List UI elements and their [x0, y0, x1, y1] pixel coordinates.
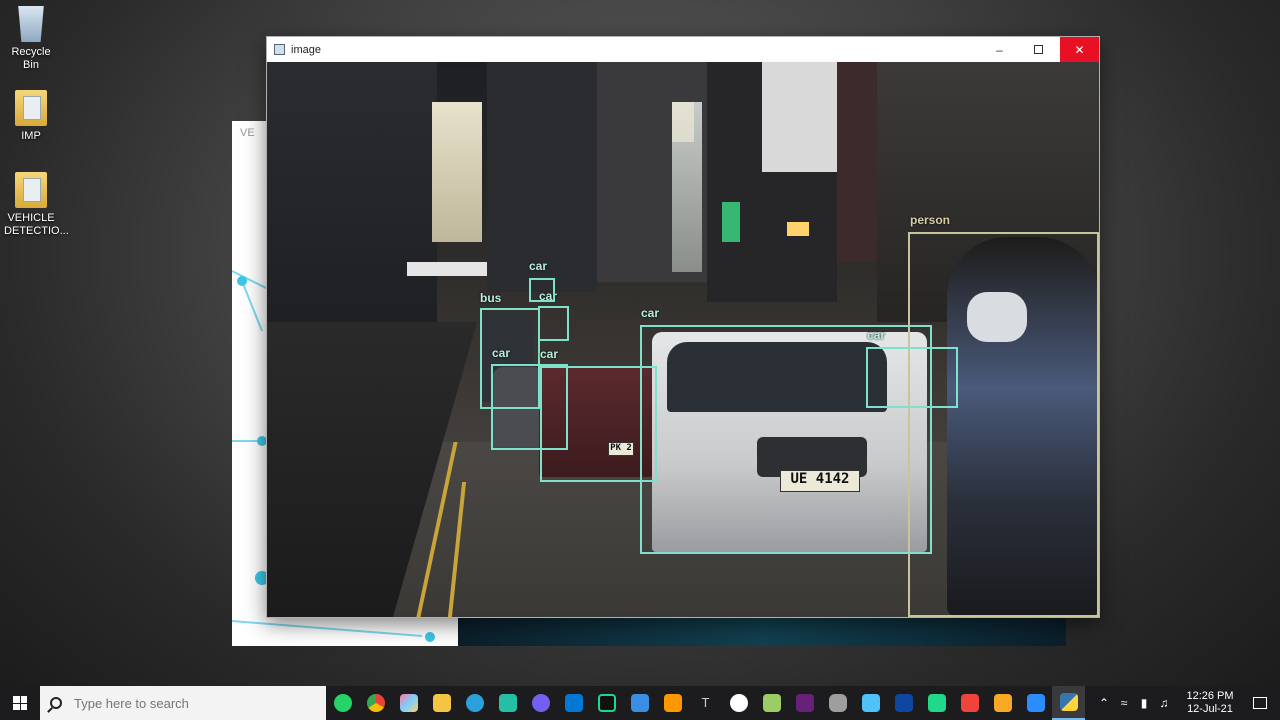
- zoom-icon[interactable]: [1019, 686, 1052, 720]
- window-titlebar[interactable]: image – ✕: [267, 37, 1099, 62]
- volume-icon[interactable]: ♫: [1154, 696, 1174, 710]
- desktop-icon-label: Recycle Bin: [11, 46, 51, 71]
- sublime-icon[interactable]: [656, 686, 689, 720]
- bbox-label: bus: [480, 291, 502, 305]
- bbox-label: person: [910, 213, 951, 227]
- file-explorer-icon[interactable]: [425, 686, 458, 720]
- pycharm-ce-icon[interactable]: [920, 686, 953, 720]
- wifi-icon[interactable]: ≈: [1114, 696, 1134, 710]
- folder-icon: [15, 172, 47, 208]
- github-icon[interactable]: [722, 686, 755, 720]
- bbox-car: [491, 364, 568, 450]
- battery-icon[interactable]: ▮: [1134, 696, 1154, 710]
- notepad-plus-icon[interactable]: [755, 686, 788, 720]
- detection-image: UE 4142 PK 2 person car car bus car car …: [267, 62, 1099, 617]
- vscode-insiders-icon[interactable]: [491, 686, 524, 720]
- minimize-icon: –: [996, 42, 1003, 57]
- clock-date: 12-Jul-21: [1187, 703, 1233, 715]
- notification-icon: [1253, 697, 1267, 709]
- python-icon[interactable]: [1052, 686, 1085, 720]
- folder-icon: [15, 90, 47, 126]
- typora-icon[interactable]: T: [689, 686, 722, 720]
- bbox-label: car: [641, 306, 660, 320]
- bbox-person: [908, 232, 1099, 617]
- chrome-icon[interactable]: [359, 686, 392, 720]
- screen-icon[interactable]: [854, 686, 887, 720]
- visual-studio-icon[interactable]: [788, 686, 821, 720]
- taskbar-search[interactable]: [40, 686, 326, 720]
- desktop-icon-label: IMP: [21, 130, 41, 142]
- window-app-icon[interactable]: [623, 686, 656, 720]
- vscode-icon[interactable]: [557, 686, 590, 720]
- taskbar: T ⌃ ≈ ▮ ♫ 12:26 PM 12-Jul-21: [0, 686, 1280, 720]
- search-input[interactable]: [74, 695, 304, 711]
- recycle-bin-icon: [18, 6, 44, 42]
- whatsapp-icon[interactable]: [326, 686, 359, 720]
- window-app-icon: [274, 44, 285, 55]
- search-icon: [50, 697, 62, 709]
- desktop-icon-label: VEHICLE DETECTIO...: [4, 212, 69, 237]
- image-window[interactable]: image – ✕ UE 4142 PK 2 person car car bu…: [266, 36, 1100, 618]
- bbox-label: car: [867, 328, 886, 342]
- clock-time: 12:26 PM: [1186, 690, 1234, 702]
- windows-icon: [13, 696, 27, 710]
- clock[interactable]: 12:26 PM 12-Jul-21: [1180, 690, 1240, 716]
- maximize-icon: [1034, 45, 1043, 54]
- start-button[interactable]: [0, 686, 40, 720]
- desktop-icon-recycle-bin[interactable]: Recycle Bin: [4, 6, 58, 72]
- bbox-car: [529, 278, 555, 302]
- minimize-button[interactable]: –: [980, 37, 1019, 62]
- bbox-car: [538, 306, 569, 341]
- paint-icon[interactable]: [392, 686, 425, 720]
- chevron-up-icon[interactable]: ⌃: [1094, 696, 1114, 710]
- anydesk-icon[interactable]: [953, 686, 986, 720]
- terminal-icon[interactable]: [887, 686, 920, 720]
- database-icon[interactable]: [821, 686, 854, 720]
- pycharm-icon[interactable]: [590, 686, 623, 720]
- bbox-label: car: [540, 347, 559, 361]
- notification-button[interactable]: [1240, 697, 1280, 709]
- desktop-icon-imp[interactable]: IMP: [4, 90, 58, 143]
- maximize-button[interactable]: [1019, 37, 1058, 62]
- desktop-icon-vehicle-detection[interactable]: VEHICLE DETECTIO...: [4, 172, 69, 238]
- window-title: image: [291, 43, 321, 56]
- close-icon: ✕: [1074, 42, 1085, 57]
- bbox-label: car: [529, 259, 548, 273]
- telegram-icon[interactable]: [458, 686, 491, 720]
- close-button[interactable]: ✕: [1060, 37, 1099, 62]
- bbox-car: [866, 347, 958, 408]
- system-tray: ⌃ ≈ ▮ ♫ 12:26 PM 12-Jul-21: [1094, 686, 1280, 720]
- notes-icon[interactable]: [986, 686, 1019, 720]
- viber-icon[interactable]: [524, 686, 557, 720]
- background-window-banner: [458, 618, 1066, 646]
- bbox-label: car: [492, 346, 511, 360]
